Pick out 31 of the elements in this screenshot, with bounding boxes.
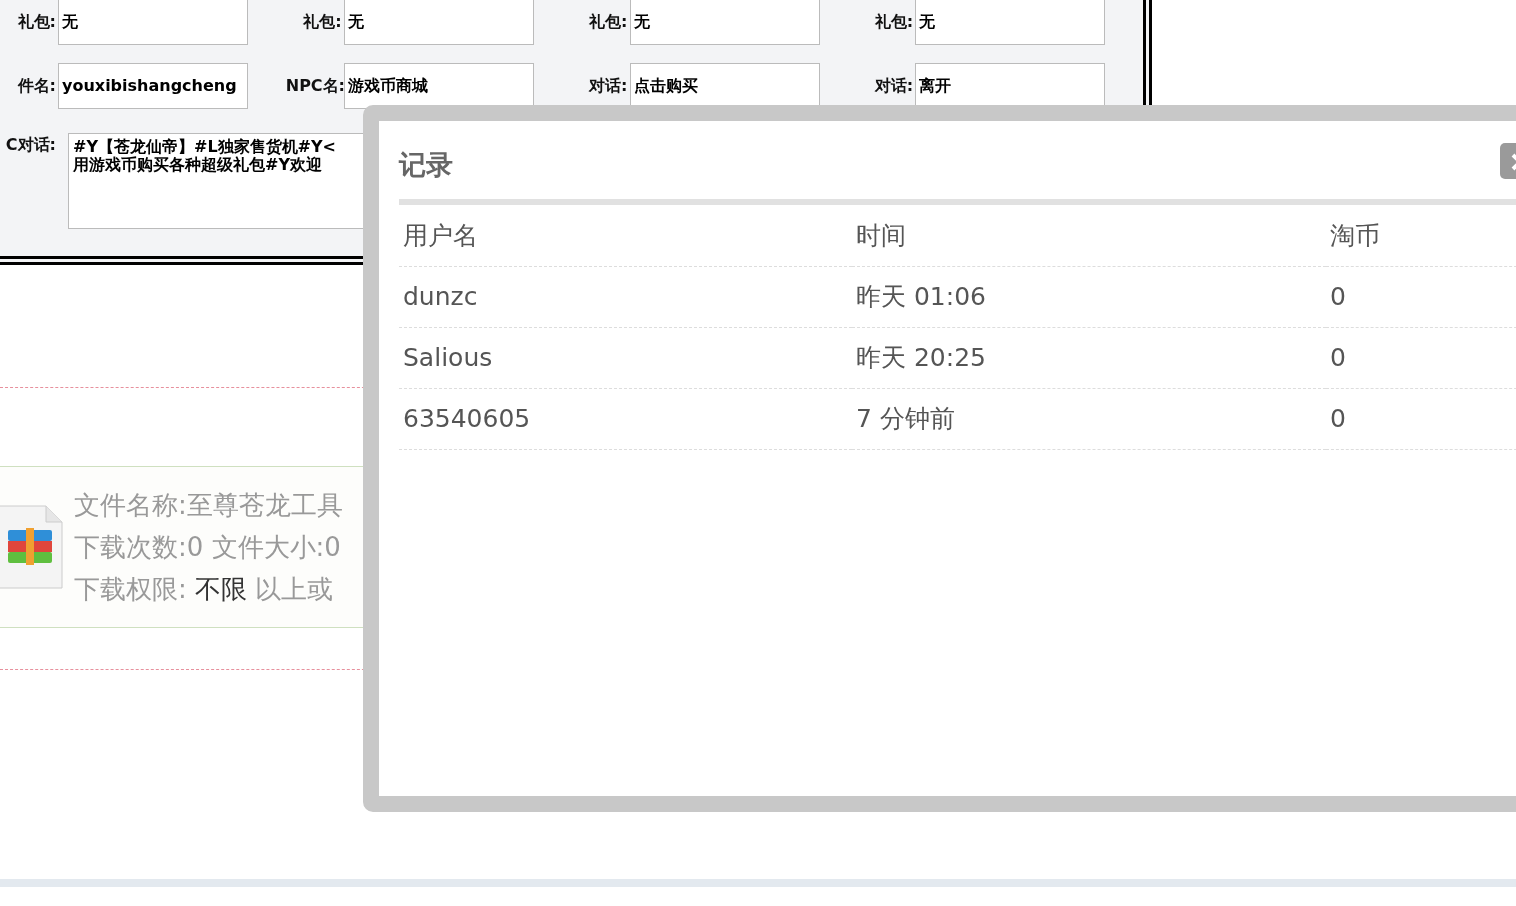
table-cell: 63540605 [399,388,852,449]
table-cell: dunzc [399,266,852,327]
input-field[interactable]: 无 [343,0,534,45]
file-stats-text: 下载次数:0 文件大小:0 [74,531,342,564]
table-cell: 昨天 20:25 [852,327,1326,388]
table-cell: 昨天 01:06 [852,266,1326,327]
input-field[interactable]: 无 [58,0,248,45]
file-name-text: 文件名称:至尊苍龙工具 [74,489,343,522]
table-cell: 7 分钟前 [852,388,1326,449]
input-field[interactable]: 游戏币商城 [343,63,534,109]
dialog-title: 记录 [399,148,453,182]
table-cell: 0 [1326,327,1516,388]
table-cell: 0 [1326,266,1516,327]
field-label: 对话: [587,75,629,97]
field-label: 件名: [16,75,57,97]
input-field[interactable]: youxibishangcheng [58,63,248,109]
field-label: 礼包: [302,11,343,33]
field-label: 礼包: [588,11,629,33]
field-label: 礼包: [16,11,57,33]
column-header: 时间 [852,205,1326,266]
table-cell: 0 [1326,388,1516,449]
input-field[interactable]: 无 [915,0,1106,45]
field-label: NPC名: [285,75,344,97]
permission-text: 下载权限: 不限 以上或 [74,573,335,606]
table-cell: Salious [399,327,852,388]
field-label: 对话: [873,75,915,97]
input-field[interactable]: 无 [629,0,820,45]
field-label: C对话: [4,134,57,156]
column-header: 淘币 [1326,205,1516,266]
column-header: 用户名 [399,205,852,266]
field-label: 礼包: [873,11,915,33]
